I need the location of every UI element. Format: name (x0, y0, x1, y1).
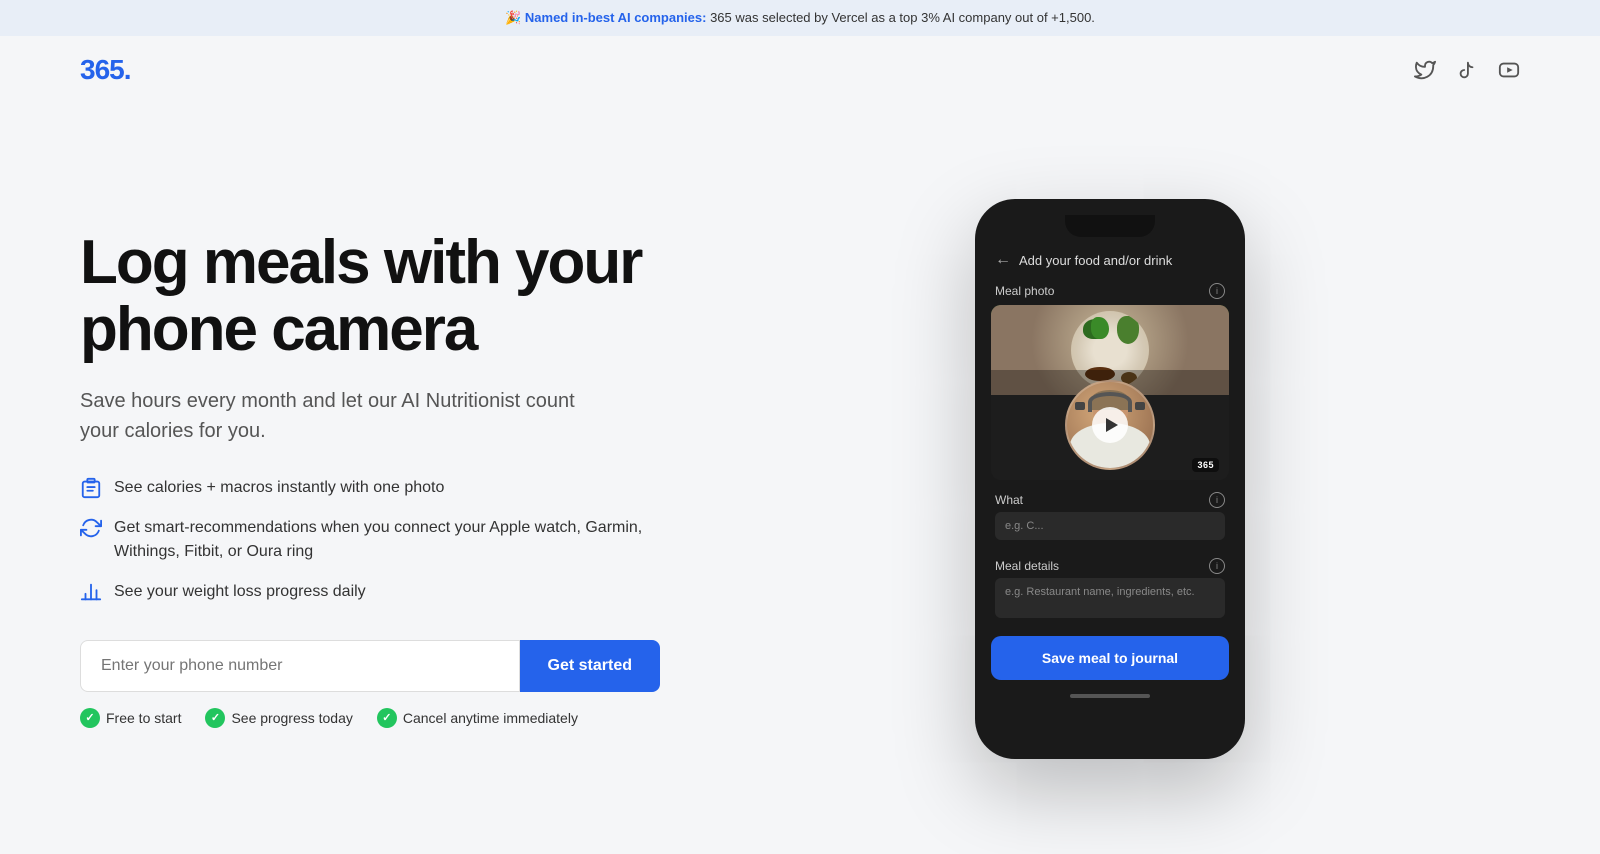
trust-badge-3: Cancel anytime immediately (377, 708, 578, 728)
tiktok-icon[interactable] (1456, 59, 1478, 81)
phone-home-indicator (1070, 694, 1150, 698)
meal-photo-info-icon[interactable]: i (1209, 283, 1225, 299)
feature-text-3: See your weight loss progress daily (114, 580, 366, 604)
check-icon-3 (377, 708, 397, 728)
trust-badge-1: Free to start (80, 708, 181, 728)
feature-item-1: See calories + macros instantly with one… (80, 476, 700, 500)
meal-photo-container: 365 (991, 305, 1229, 480)
hero-right: ← Add your food and/or drink Meal photo … (700, 199, 1520, 759)
play-button[interactable] (1092, 407, 1128, 443)
what-section: What i e.g. C... (991, 488, 1229, 544)
feature-text-1: See calories + macros instantly with one… (114, 476, 444, 500)
logo[interactable]: 365. (80, 54, 131, 86)
phone-header: ← Add your food and/or drink (991, 247, 1229, 279)
meal-photo-label: Meal photo (995, 284, 1054, 298)
phone-input[interactable] (80, 640, 520, 692)
social-icons (1414, 59, 1520, 81)
trust-label-2: See progress today (231, 710, 352, 726)
feature-list: See calories + macros instantly with one… (80, 476, 700, 604)
banner-emoji: 🎉 (505, 10, 521, 25)
banner-highlight: Named in-best AI companies: (525, 10, 707, 25)
top-banner: 🎉 Named in-best AI companies: 365 was se… (0, 0, 1600, 36)
feature-text-2: Get smart-recommendations when you conne… (114, 516, 700, 564)
hero-left: Log meals with your phone camera Save ho… (80, 230, 700, 728)
phone-notch (1065, 215, 1155, 237)
meal-details-label: Meal details (995, 559, 1059, 573)
phone-input-row: Get started (80, 640, 660, 692)
hero-title: Log meals with your phone camera (80, 230, 700, 364)
refresh-icon (80, 517, 102, 539)
trust-badge-2: See progress today (205, 708, 352, 728)
check-icon-1 (80, 708, 100, 728)
trust-badges: Free to start See progress today Cancel … (80, 708, 700, 728)
feature-item-3: See your weight loss progress daily (80, 580, 700, 604)
check-icon-2 (205, 708, 225, 728)
banner-text: 365 was selected by Vercel as a top 3% A… (710, 10, 1095, 25)
meal-photo-section: Meal photo i (991, 279, 1229, 305)
phone-header-title: Add your food and/or drink (1019, 253, 1172, 268)
navbar: 365. (0, 36, 1600, 104)
hero-subtitle: Save hours every month and let our AI Nu… (80, 386, 600, 446)
phone-mockup: ← Add your food and/or drink Meal photo … (975, 199, 1245, 759)
trust-label-1: Free to start (106, 710, 181, 726)
logo-text: 365 (80, 54, 124, 85)
chart-icon (80, 581, 102, 603)
meal-details-info-icon[interactable]: i (1209, 558, 1225, 574)
meal-details-section: Meal details i e.g. Restaurant name, ing… (991, 554, 1229, 622)
hero-section: Log meals with your phone camera Save ho… (0, 104, 1600, 854)
what-info-icon[interactable]: i (1209, 492, 1225, 508)
app-badge: 365 (1192, 458, 1219, 472)
what-label: What (995, 493, 1023, 507)
trust-label-3: Cancel anytime immediately (403, 710, 578, 726)
what-label-row: What i (995, 492, 1225, 508)
twitter-icon[interactable] (1414, 59, 1436, 81)
feature-item-2: Get smart-recommendations when you conne… (80, 516, 700, 564)
play-triangle-icon (1106, 418, 1118, 432)
youtube-icon[interactable] (1498, 59, 1520, 81)
logo-dot: . (124, 54, 131, 85)
back-arrow-icon[interactable]: ← (995, 251, 1011, 269)
save-meal-button[interactable]: Save meal to journal (991, 636, 1229, 680)
get-started-button[interactable]: Get started (520, 640, 660, 692)
clipboard-icon (80, 477, 102, 499)
meal-details-label-row: Meal details i (995, 558, 1225, 574)
meal-details-input[interactable]: e.g. Restaurant name, ingredients, etc. (995, 578, 1225, 618)
what-input[interactable]: e.g. C... (995, 512, 1225, 540)
